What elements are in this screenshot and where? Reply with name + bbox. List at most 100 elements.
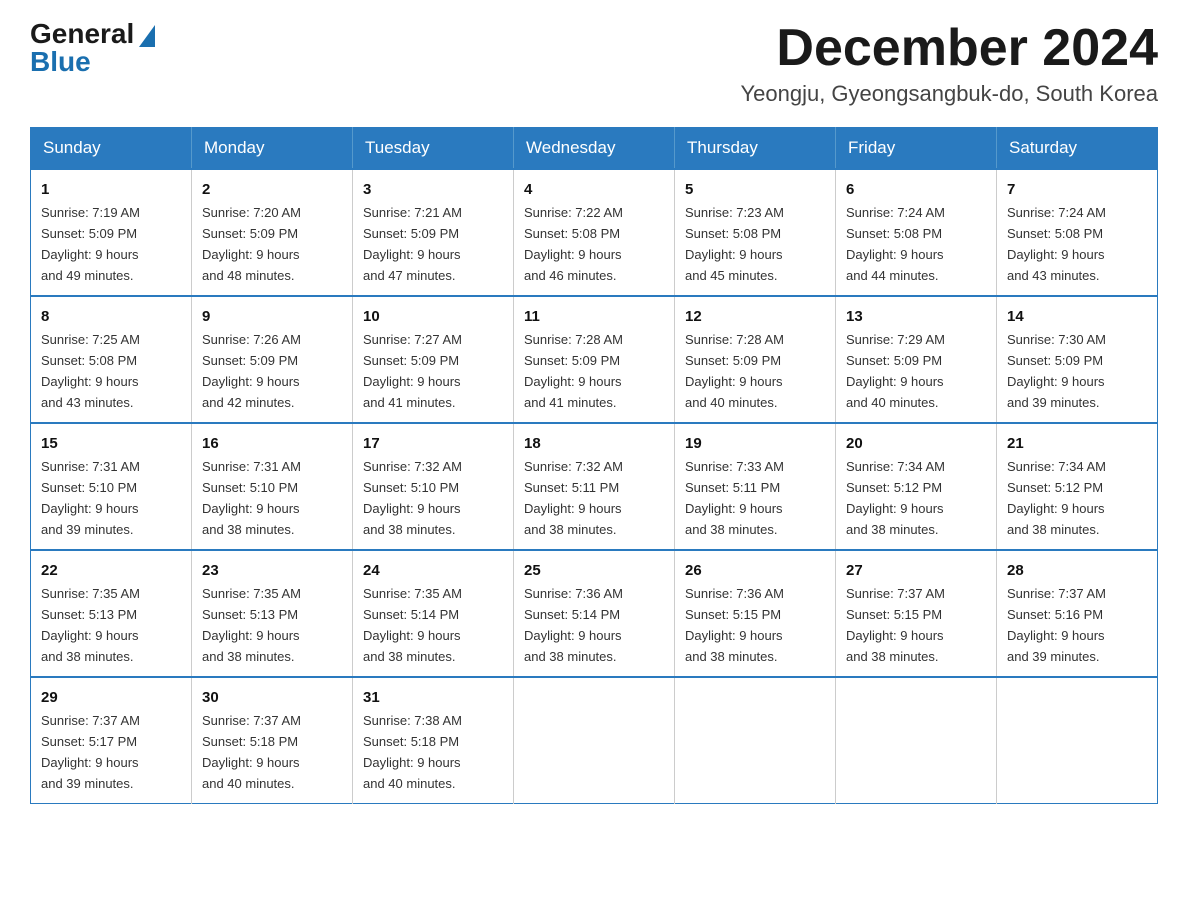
day-info: Sunrise: 7:29 AM Sunset: 5:09 PM Dayligh… xyxy=(846,332,945,410)
day-number: 14 xyxy=(1007,305,1147,328)
day-cell-21: 21 Sunrise: 7:34 AM Sunset: 5:12 PM Dayl… xyxy=(997,423,1158,550)
day-cell-13: 13 Sunrise: 7:29 AM Sunset: 5:09 PM Dayl… xyxy=(836,296,997,423)
week-row-1: 1 Sunrise: 7:19 AM Sunset: 5:09 PM Dayli… xyxy=(31,169,1158,296)
month-title: December 2024 xyxy=(740,20,1158,77)
day-info: Sunrise: 7:36 AM Sunset: 5:14 PM Dayligh… xyxy=(524,586,623,664)
weekday-header-wednesday: Wednesday xyxy=(514,128,675,170)
day-cell-24: 24 Sunrise: 7:35 AM Sunset: 5:14 PM Dayl… xyxy=(353,550,514,677)
day-number: 25 xyxy=(524,559,664,582)
day-number: 22 xyxy=(41,559,181,582)
day-number: 2 xyxy=(202,178,342,201)
day-number: 21 xyxy=(1007,432,1147,455)
day-number: 4 xyxy=(524,178,664,201)
empty-cell xyxy=(836,677,997,803)
day-cell-25: 25 Sunrise: 7:36 AM Sunset: 5:14 PM Dayl… xyxy=(514,550,675,677)
day-info: Sunrise: 7:19 AM Sunset: 5:09 PM Dayligh… xyxy=(41,205,140,283)
day-info: Sunrise: 7:37 AM Sunset: 5:15 PM Dayligh… xyxy=(846,586,945,664)
day-cell-6: 6 Sunrise: 7:24 AM Sunset: 5:08 PM Dayli… xyxy=(836,169,997,296)
day-info: Sunrise: 7:28 AM Sunset: 5:09 PM Dayligh… xyxy=(685,332,784,410)
day-number: 1 xyxy=(41,178,181,201)
day-info: Sunrise: 7:20 AM Sunset: 5:09 PM Dayligh… xyxy=(202,205,301,283)
day-number: 7 xyxy=(1007,178,1147,201)
day-info: Sunrise: 7:35 AM Sunset: 5:13 PM Dayligh… xyxy=(41,586,140,664)
calendar-table: SundayMondayTuesdayWednesdayThursdayFrid… xyxy=(30,127,1158,804)
day-cell-18: 18 Sunrise: 7:32 AM Sunset: 5:11 PM Dayl… xyxy=(514,423,675,550)
day-cell-28: 28 Sunrise: 7:37 AM Sunset: 5:16 PM Dayl… xyxy=(997,550,1158,677)
weekday-header-sunday: Sunday xyxy=(31,128,192,170)
day-info: Sunrise: 7:33 AM Sunset: 5:11 PM Dayligh… xyxy=(685,459,784,537)
day-number: 30 xyxy=(202,686,342,709)
week-row-5: 29 Sunrise: 7:37 AM Sunset: 5:17 PM Dayl… xyxy=(31,677,1158,803)
empty-cell xyxy=(514,677,675,803)
day-info: Sunrise: 7:31 AM Sunset: 5:10 PM Dayligh… xyxy=(202,459,301,537)
day-info: Sunrise: 7:24 AM Sunset: 5:08 PM Dayligh… xyxy=(846,205,945,283)
empty-cell xyxy=(997,677,1158,803)
day-cell-1: 1 Sunrise: 7:19 AM Sunset: 5:09 PM Dayli… xyxy=(31,169,192,296)
week-row-3: 15 Sunrise: 7:31 AM Sunset: 5:10 PM Dayl… xyxy=(31,423,1158,550)
day-cell-4: 4 Sunrise: 7:22 AM Sunset: 5:08 PM Dayli… xyxy=(514,169,675,296)
weekday-header-row: SundayMondayTuesdayWednesdayThursdayFrid… xyxy=(31,128,1158,170)
day-cell-23: 23 Sunrise: 7:35 AM Sunset: 5:13 PM Dayl… xyxy=(192,550,353,677)
location-title: Yeongju, Gyeongsangbuk-do, South Korea xyxy=(740,81,1158,107)
day-info: Sunrise: 7:35 AM Sunset: 5:14 PM Dayligh… xyxy=(363,586,462,664)
day-info: Sunrise: 7:32 AM Sunset: 5:10 PM Dayligh… xyxy=(363,459,462,537)
day-info: Sunrise: 7:37 AM Sunset: 5:18 PM Dayligh… xyxy=(202,713,301,791)
day-info: Sunrise: 7:27 AM Sunset: 5:09 PM Dayligh… xyxy=(363,332,462,410)
day-number: 20 xyxy=(846,432,986,455)
weekday-header-tuesday: Tuesday xyxy=(353,128,514,170)
day-info: Sunrise: 7:30 AM Sunset: 5:09 PM Dayligh… xyxy=(1007,332,1106,410)
day-info: Sunrise: 7:37 AM Sunset: 5:17 PM Dayligh… xyxy=(41,713,140,791)
day-cell-27: 27 Sunrise: 7:37 AM Sunset: 5:15 PM Dayl… xyxy=(836,550,997,677)
day-cell-15: 15 Sunrise: 7:31 AM Sunset: 5:10 PM Dayl… xyxy=(31,423,192,550)
day-cell-26: 26 Sunrise: 7:36 AM Sunset: 5:15 PM Dayl… xyxy=(675,550,836,677)
day-cell-16: 16 Sunrise: 7:31 AM Sunset: 5:10 PM Dayl… xyxy=(192,423,353,550)
weekday-header-friday: Friday xyxy=(836,128,997,170)
day-number: 18 xyxy=(524,432,664,455)
day-cell-14: 14 Sunrise: 7:30 AM Sunset: 5:09 PM Dayl… xyxy=(997,296,1158,423)
day-number: 10 xyxy=(363,305,503,328)
day-cell-29: 29 Sunrise: 7:37 AM Sunset: 5:17 PM Dayl… xyxy=(31,677,192,803)
day-number: 19 xyxy=(685,432,825,455)
day-info: Sunrise: 7:22 AM Sunset: 5:08 PM Dayligh… xyxy=(524,205,623,283)
day-cell-20: 20 Sunrise: 7:34 AM Sunset: 5:12 PM Dayl… xyxy=(836,423,997,550)
day-info: Sunrise: 7:38 AM Sunset: 5:18 PM Dayligh… xyxy=(363,713,462,791)
weekday-header-thursday: Thursday xyxy=(675,128,836,170)
weekday-header-saturday: Saturday xyxy=(997,128,1158,170)
day-cell-8: 8 Sunrise: 7:25 AM Sunset: 5:08 PM Dayli… xyxy=(31,296,192,423)
day-number: 31 xyxy=(363,686,503,709)
page-header: General Blue December 2024 Yeongju, Gyeo… xyxy=(30,20,1158,107)
day-cell-12: 12 Sunrise: 7:28 AM Sunset: 5:09 PM Dayl… xyxy=(675,296,836,423)
day-number: 15 xyxy=(41,432,181,455)
day-number: 17 xyxy=(363,432,503,455)
day-number: 27 xyxy=(846,559,986,582)
weekday-header-monday: Monday xyxy=(192,128,353,170)
day-number: 13 xyxy=(846,305,986,328)
day-cell-9: 9 Sunrise: 7:26 AM Sunset: 5:09 PM Dayli… xyxy=(192,296,353,423)
day-cell-11: 11 Sunrise: 7:28 AM Sunset: 5:09 PM Dayl… xyxy=(514,296,675,423)
day-number: 26 xyxy=(685,559,825,582)
day-info: Sunrise: 7:35 AM Sunset: 5:13 PM Dayligh… xyxy=(202,586,301,664)
day-info: Sunrise: 7:31 AM Sunset: 5:10 PM Dayligh… xyxy=(41,459,140,537)
day-number: 9 xyxy=(202,305,342,328)
day-info: Sunrise: 7:36 AM Sunset: 5:15 PM Dayligh… xyxy=(685,586,784,664)
day-number: 29 xyxy=(41,686,181,709)
day-cell-22: 22 Sunrise: 7:35 AM Sunset: 5:13 PM Dayl… xyxy=(31,550,192,677)
day-info: Sunrise: 7:21 AM Sunset: 5:09 PM Dayligh… xyxy=(363,205,462,283)
day-number: 11 xyxy=(524,305,664,328)
day-number: 8 xyxy=(41,305,181,328)
day-info: Sunrise: 7:25 AM Sunset: 5:08 PM Dayligh… xyxy=(41,332,140,410)
day-info: Sunrise: 7:32 AM Sunset: 5:11 PM Dayligh… xyxy=(524,459,623,537)
day-cell-31: 31 Sunrise: 7:38 AM Sunset: 5:18 PM Dayl… xyxy=(353,677,514,803)
logo-blue-text: Blue xyxy=(30,48,91,76)
day-cell-2: 2 Sunrise: 7:20 AM Sunset: 5:09 PM Dayli… xyxy=(192,169,353,296)
logo-general-text: General xyxy=(30,20,134,48)
title-area: December 2024 Yeongju, Gyeongsangbuk-do,… xyxy=(740,20,1158,107)
day-cell-3: 3 Sunrise: 7:21 AM Sunset: 5:09 PM Dayli… xyxy=(353,169,514,296)
day-cell-5: 5 Sunrise: 7:23 AM Sunset: 5:08 PM Dayli… xyxy=(675,169,836,296)
day-cell-30: 30 Sunrise: 7:37 AM Sunset: 5:18 PM Dayl… xyxy=(192,677,353,803)
day-number: 12 xyxy=(685,305,825,328)
day-info: Sunrise: 7:23 AM Sunset: 5:08 PM Dayligh… xyxy=(685,205,784,283)
empty-cell xyxy=(675,677,836,803)
logo: General Blue xyxy=(30,20,155,76)
day-info: Sunrise: 7:34 AM Sunset: 5:12 PM Dayligh… xyxy=(846,459,945,537)
